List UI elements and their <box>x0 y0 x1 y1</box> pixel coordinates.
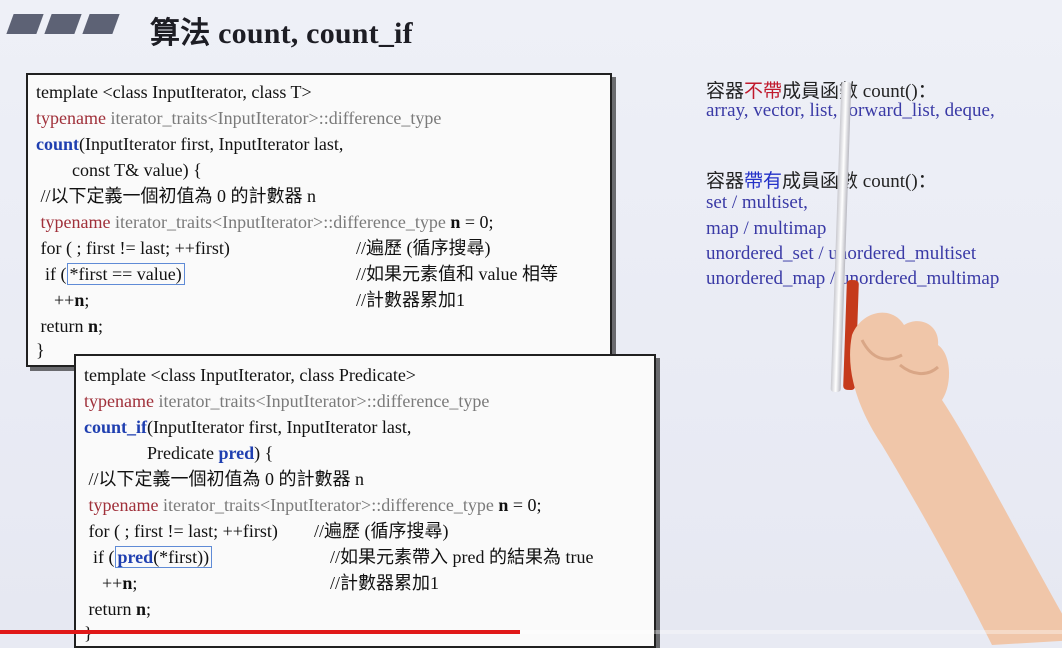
code-line: return n; <box>36 316 104 336</box>
code-line: template <class InputIterator, class Pre… <box>84 365 416 385</box>
slide: 算法 count, count_if template <class Input… <box>0 0 1062 648</box>
container-item: map / multimap <box>706 218 827 239</box>
code-line: typename iterator_traits<InputIterator>:… <box>36 212 494 232</box>
code-line: count(InputIterator first, InputIterator… <box>36 134 344 154</box>
video-progress-bar[interactable] <box>0 630 521 634</box>
no-member-count-heading: 容器不帶成員函數 count()： <box>706 81 937 102</box>
member-count-heading: 容器帶有成員函數 count()： <box>706 171 937 192</box>
count-code-box: template <class InputIterator, class T> … <box>26 73 612 367</box>
code-comment: //以下定義一個初值為 0 的計數器 n <box>36 186 317 206</box>
code-line: return n; <box>84 599 152 619</box>
code-line: count_if(InputIterator first, InputItera… <box>84 417 412 437</box>
code-line: template <class InputIterator, class T> <box>36 82 312 102</box>
code-line: Predicate pred) { <box>84 443 274 463</box>
code-line: if (*first == value) <box>36 263 185 285</box>
code-comment: //如果元素帶入 pred 的結果為 true <box>330 547 594 567</box>
slide-title: 算法 count, count_if <box>150 17 413 50</box>
code-line: for ( ; first != last; ++first) <box>36 238 230 258</box>
code-line: if (pred(*first)) <box>84 546 213 568</box>
code-line: for ( ; first != last; ++first) <box>84 521 278 541</box>
code-comment: //以下定義一個初值為 0 的計數器 n <box>84 469 365 489</box>
count-if-code-box: template <class InputIterator, class Pre… <box>74 354 656 648</box>
code-line: ++n; <box>36 290 90 310</box>
code-line: const T& value) { <box>36 160 202 180</box>
highlight-condition: pred(*first)) <box>114 546 213 568</box>
title-decoration-bar <box>6 14 44 34</box>
code-comment: //計數器累加1 <box>356 290 466 310</box>
code-comment: //如果元素值和 value 相等 <box>356 264 558 284</box>
code-line: ++n; <box>84 573 138 593</box>
title-decoration-bar <box>44 14 82 34</box>
code-comment: //計數器累加1 <box>330 573 440 593</box>
code-line: typename iterator_traits<InputIterator>:… <box>84 391 490 411</box>
code-comment: //遍歷 (循序搜尋) <box>356 238 491 258</box>
code-line: } <box>36 340 45 360</box>
code-line: typename iterator_traits<InputIterator>:… <box>84 495 542 515</box>
code-line: typename iterator_traits<InputIterator>:… <box>36 108 442 128</box>
container-item: set / multiset, <box>706 192 808 213</box>
highlight-condition: *first == value) <box>66 263 185 285</box>
code-comment: //遍歷 (循序搜尋) <box>314 521 449 541</box>
presenter-hand <box>850 312 1062 645</box>
title-decoration-bar <box>82 14 120 34</box>
